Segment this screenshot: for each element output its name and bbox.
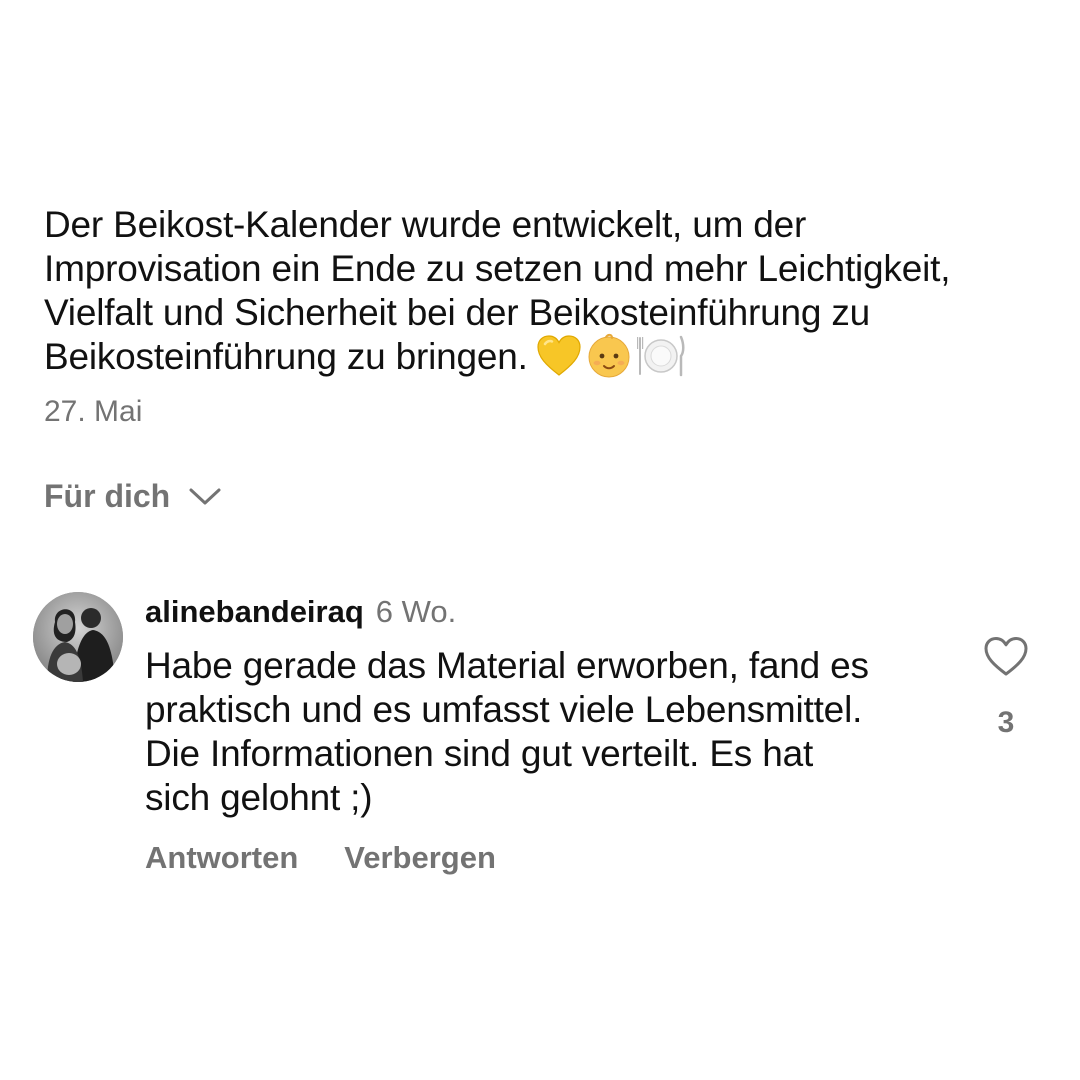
post-caption: Der Beikost-Kalender wurde entwickelt, u… bbox=[44, 203, 1044, 382]
like-button[interactable] bbox=[983, 636, 1029, 678]
chevron-down-icon bbox=[188, 478, 222, 515]
yellow-heart-icon bbox=[536, 335, 582, 377]
comment-line: praktisch und es umfasst viele Lebensmit… bbox=[145, 689, 863, 730]
post-date: 27. Mai bbox=[44, 395, 143, 428]
caption-emojis bbox=[536, 333, 686, 379]
baby-face-icon bbox=[586, 333, 632, 379]
comment-timestamp: 6 Wo. bbox=[375, 594, 457, 629]
hide-button[interactable]: Verbergen bbox=[344, 840, 496, 876]
caption-line-text: Beikosteinführung zu bringen. bbox=[44, 336, 528, 377]
comments-filter-label: Für dich bbox=[44, 478, 171, 514]
comment-username[interactable]: alinebandeiraq bbox=[145, 594, 364, 630]
reply-button[interactable]: Antworten bbox=[145, 840, 298, 876]
heart-outline-icon bbox=[983, 637, 1029, 682]
avatar[interactable] bbox=[33, 592, 123, 682]
caption-line: Der Beikost-Kalender wurde entwickelt, u… bbox=[44, 204, 807, 245]
comment-line: sich gelohnt ;) bbox=[145, 777, 373, 818]
like-count: 3 bbox=[997, 706, 1015, 739]
caption-line: Vielfalt und Sicherheit bei der Beikoste… bbox=[44, 292, 871, 333]
comment-text: Habe gerade das Material erworben, fand … bbox=[145, 644, 945, 820]
comment-line: Habe gerade das Material erworben, fand … bbox=[145, 645, 869, 686]
plate-cutlery-icon bbox=[636, 334, 686, 378]
comments-filter-dropdown[interactable]: Für dich bbox=[44, 478, 222, 515]
comment-line: Die Informationen sind gut verteilt. Es … bbox=[145, 733, 814, 774]
caption-line: Improvisation ein Ende zu setzen und meh… bbox=[44, 248, 951, 289]
comment-actions: Antworten Verbergen bbox=[145, 840, 496, 876]
comment-header: alinebandeiraq 6 Wo. bbox=[145, 594, 456, 630]
caption-line-last: Beikosteinführung zu bringen. bbox=[44, 333, 1044, 382]
